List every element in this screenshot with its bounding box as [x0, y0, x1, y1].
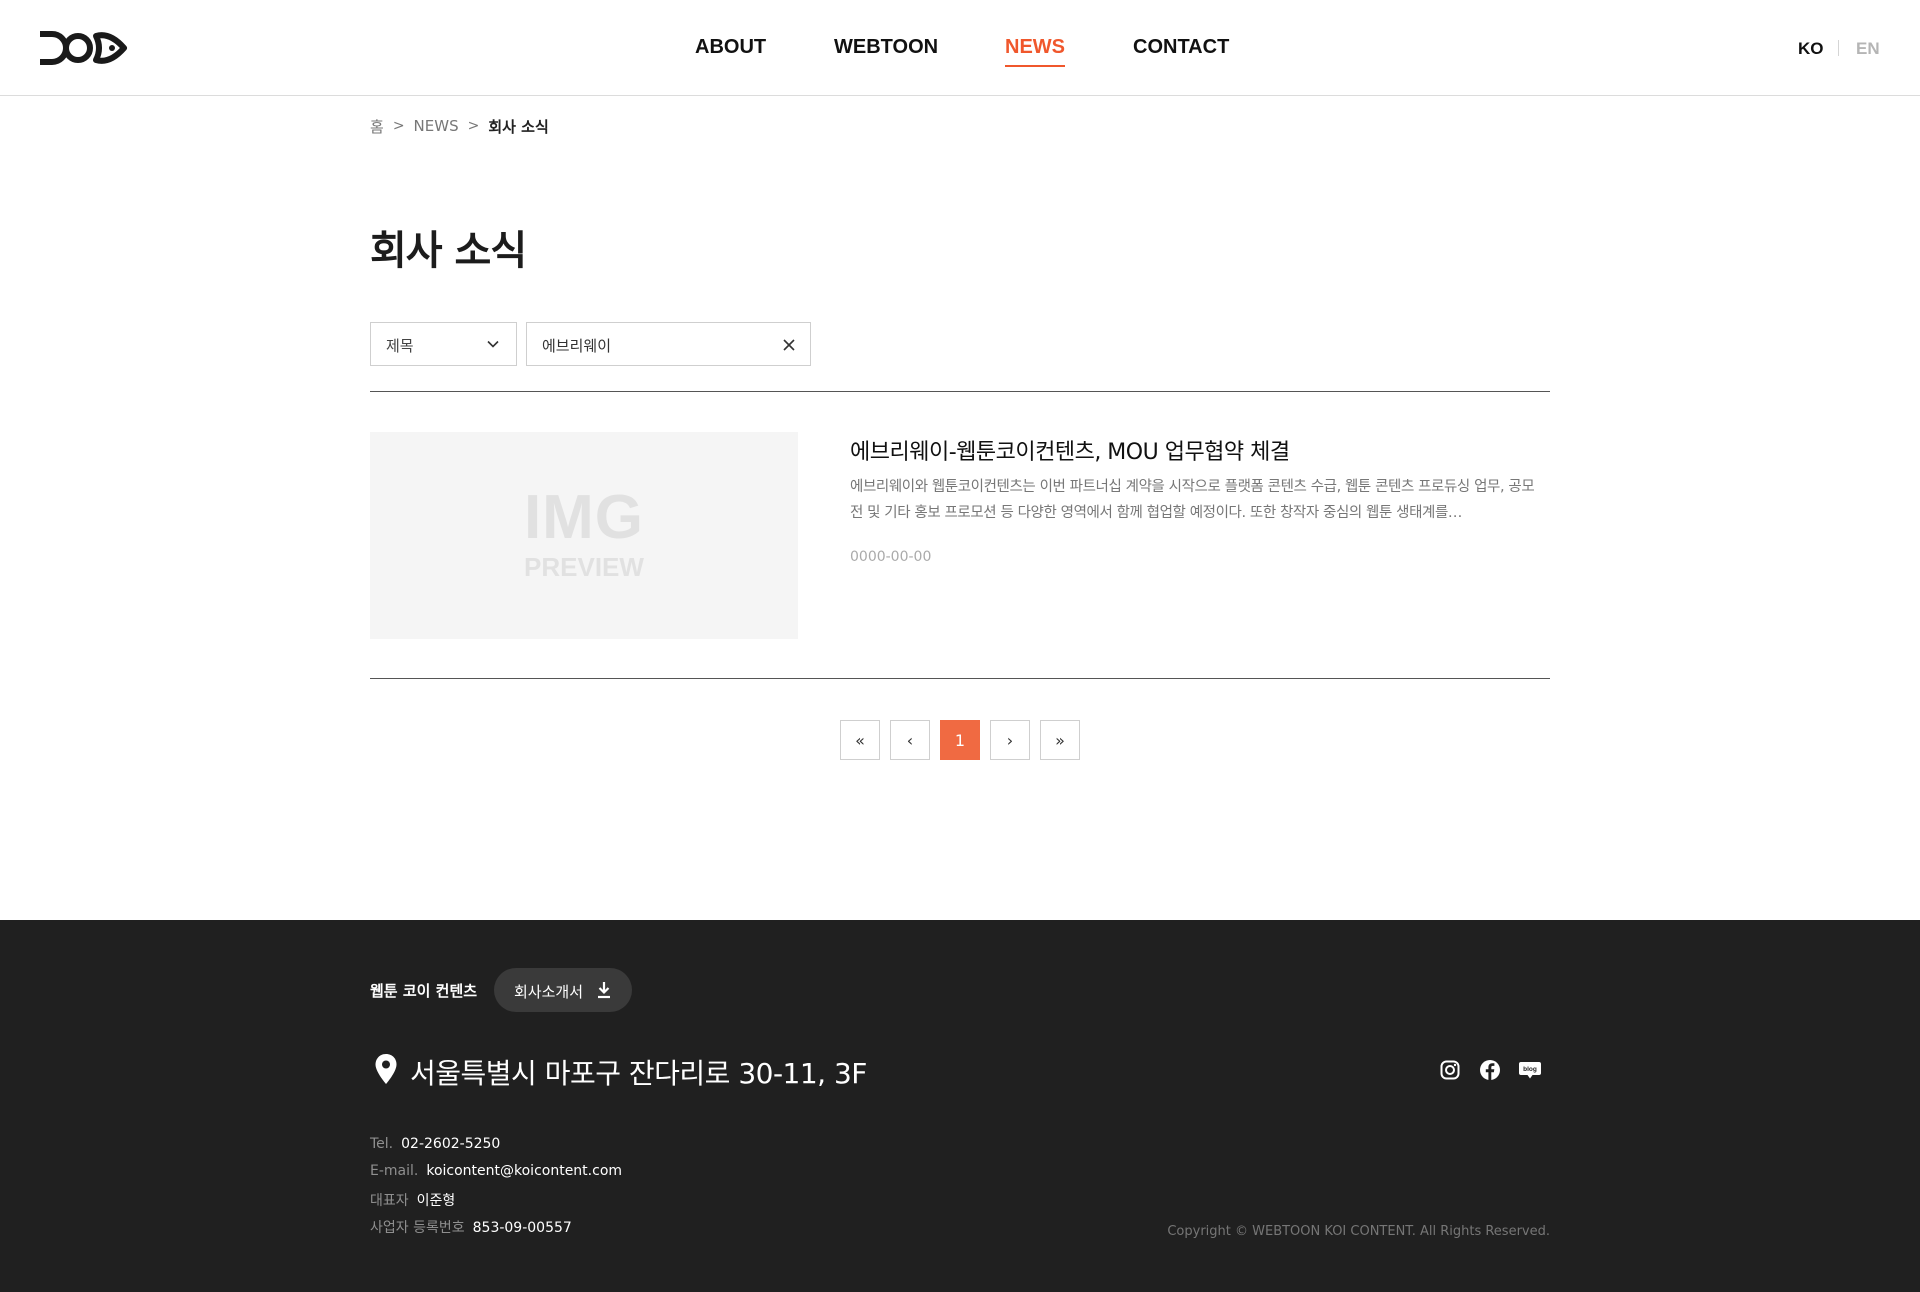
pagination-first-button[interactable]: « — [840, 720, 880, 760]
footer-ceo: 대표자 이준형 — [370, 1190, 455, 1210]
search-box — [526, 322, 811, 366]
close-icon[interactable] — [782, 338, 796, 352]
thumbnail-placeholder-text: IMG — [523, 483, 645, 552]
blog-icon[interactable]: blog — [1518, 1059, 1542, 1081]
nav-about[interactable]: ABOUT — [695, 36, 766, 59]
ceo-value: 이준형 — [416, 1193, 456, 1209]
breadcrumb-separator: > — [392, 118, 405, 134]
article-date: 0000-00-00 — [850, 549, 932, 565]
article-title[interactable]: 에브리웨이-웹툰코이컨텐츠, MOU 업무협약 체결 — [850, 434, 1290, 466]
business-number-label: 사업자 등록번호 — [370, 1220, 465, 1236]
breadcrumb: 홈 > NEWS > 회사 소식 — [370, 116, 549, 136]
lang-ko[interactable]: KO — [1798, 39, 1824, 59]
email-label: E-mail. — [370, 1163, 419, 1179]
list-bottom-divider — [370, 678, 1550, 679]
company-brochure-download-button[interactable]: 회사소개서 — [494, 968, 632, 1012]
business-number-value: 853-09-00557 — [472, 1220, 572, 1236]
site-footer — [0, 920, 1920, 1292]
pagination-page-1[interactable]: 1 — [940, 720, 980, 760]
tel-label: Tel. — [370, 1136, 394, 1152]
nav-webtoon[interactable]: WEBTOON — [834, 36, 938, 59]
lang-en[interactable]: EN — [1856, 39, 1880, 59]
breadcrumb-home[interactable]: 홈 — [370, 116, 384, 137]
lang-divider — [1838, 40, 1839, 56]
footer-address: 서울특별시 마포구 잔다리로 30-11, 3F — [410, 1057, 867, 1090]
facebook-icon[interactable] — [1479, 1059, 1501, 1081]
nav-news[interactable]: NEWS — [1005, 36, 1065, 67]
search-field-select[interactable]: 제목 — [370, 322, 517, 366]
chevron-down-icon — [487, 340, 499, 348]
footer-tel: Tel. 02-2602-5250 — [370, 1136, 500, 1152]
download-icon — [598, 982, 610, 999]
thumbnail-placeholder-subtext: PREVIEW — [524, 552, 644, 582]
breadcrumb-current: 회사 소식 — [488, 117, 549, 136]
tel-value[interactable]: 02-2602-5250 — [401, 1136, 500, 1152]
footer-business-number: 사업자 등록번호 853-09-00557 — [370, 1217, 572, 1237]
breadcrumb-section[interactable]: NEWS — [414, 117, 459, 135]
svg-text:blog: blog — [1523, 1066, 1537, 1073]
pagination-prev-button[interactable]: ‹ — [890, 720, 930, 760]
page-title: 회사 소식 — [370, 228, 527, 274]
nav-contact[interactable]: CONTACT — [1133, 36, 1229, 59]
ceo-label: 대표자 — [370, 1193, 409, 1209]
search-field-value: 제목 — [386, 337, 414, 355]
pagination-last-button[interactable]: » — [1040, 720, 1080, 760]
pagination-next-button[interactable]: › — [990, 720, 1030, 760]
footer-email: E-mail. koicontent@koicontent.com — [370, 1163, 622, 1179]
breadcrumb-separator: > — [467, 118, 480, 134]
article-thumbnail[interactable]: IMG PREVIEW — [370, 432, 798, 639]
footer-copyright: Copyright © WEBTOON KOI CONTENT. All Rig… — [1167, 1224, 1550, 1239]
instagram-icon[interactable] — [1439, 1059, 1461, 1081]
email-value[interactable]: koicontent@koicontent.com — [426, 1163, 622, 1179]
download-button-label: 회사소개서 — [514, 983, 584, 1001]
main-nav: ABOUT WEBTOON NEWS CONTACT — [0, 36, 1920, 68]
list-top-divider — [370, 391, 1550, 392]
location-pin-icon — [375, 1054, 397, 1084]
site-header: ABOUT WEBTOON NEWS CONTACT KO EN — [0, 0, 1920, 96]
footer-company-name: 웹툰 코이 컨텐츠 — [370, 982, 478, 1000]
article-excerpt: 에브리웨이와 웹툰코이컨텐츠는 이번 파트너십 계약을 시작으로 플랫폼 콘텐츠… — [850, 479, 1535, 521]
search-input[interactable] — [542, 334, 772, 356]
